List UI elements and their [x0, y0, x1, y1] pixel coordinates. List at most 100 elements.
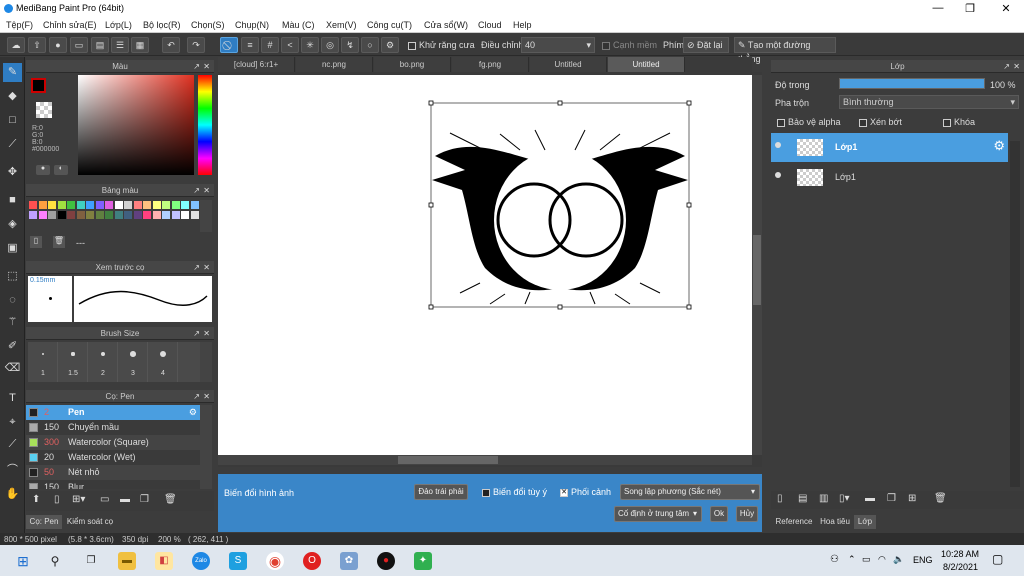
- people-icon[interactable]: ⚇: [830, 554, 839, 565]
- palette-swatch[interactable]: [124, 201, 132, 209]
- snap-ellipse-icon[interactable]: ○: [361, 37, 379, 53]
- trash-icon[interactable]: 🗑: [53, 236, 65, 248]
- close-icon[interactable]: ✕: [203, 327, 210, 340]
- palette-swatch[interactable]: [190, 211, 199, 219]
- text-tool-icon[interactable]: T: [3, 389, 22, 408]
- task-view-icon[interactable]: ❐: [82, 552, 100, 570]
- close-icon[interactable]: ✕: [203, 261, 210, 274]
- palette-swatch[interactable]: [171, 201, 180, 209]
- fill-rect-tool-icon[interactable]: ■: [3, 191, 22, 210]
- merge-layer-icon[interactable]: ⊞: [908, 493, 916, 504]
- popout-icon[interactable]: ↗: [193, 184, 200, 197]
- palette-swatch[interactable]: [114, 211, 123, 219]
- store-icon[interactable]: ◧: [155, 552, 173, 570]
- palette-swatch[interactable]: [105, 201, 113, 209]
- brush-list-item[interactable]: 150 Chuyển mầu: [26, 420, 200, 435]
- snap-circle-icon[interactable]: ◎: [321, 37, 339, 53]
- menu-window[interactable]: Cửa sổ(W): [424, 20, 468, 30]
- menu-view[interactable]: Xem(V): [326, 20, 357, 30]
- clock-date[interactable]: 8/2/2021: [943, 562, 978, 572]
- divide-tool-icon[interactable]: ⟋: [3, 435, 22, 454]
- chrome-icon[interactable]: ◉: [266, 552, 284, 570]
- brush-size-list[interactable]: 1 1.5 2 3 4: [28, 342, 200, 382]
- notification-icon[interactable]: ▢: [992, 552, 1003, 566]
- palette-swatch[interactable]: [76, 211, 85, 219]
- minimize-button[interactable]: —: [928, 2, 948, 14]
- select-eraser-icon[interactable]: ⌫: [3, 359, 22, 378]
- palette-swatch[interactable]: [124, 211, 132, 219]
- eye-icon[interactable]: [775, 142, 781, 148]
- palette-swatch[interactable]: [95, 211, 104, 219]
- brush-list-item[interactable]: 300 Watercolor (Square): [26, 435, 200, 450]
- cloud-icon[interactable]: ☁: [7, 37, 25, 53]
- vertical-scroll-thumb[interactable]: [753, 235, 761, 305]
- palette-scrollbar[interactable]: [200, 200, 212, 232]
- paint-app-icon[interactable]: ✿: [340, 552, 358, 570]
- menu-snap[interactable]: Chụp(N): [235, 20, 269, 30]
- menu-color[interactable]: Màu (C): [282, 20, 315, 30]
- redo-icon[interactable]: ↷: [187, 37, 205, 53]
- palette-swatch[interactable]: [162, 201, 170, 209]
- wifi-icon[interactable]: ◠: [878, 554, 886, 565]
- popout-icon[interactable]: ↗: [193, 327, 200, 340]
- new-brush-icon[interactable]: ▯: [54, 494, 60, 505]
- layer-add-menu-icon[interactable]: ▯▾: [839, 493, 850, 504]
- foreground-color-swatch[interactable]: [31, 78, 46, 93]
- snap-parallel-icon[interactable]: ≡: [241, 37, 259, 53]
- operation-tool-icon[interactable]: ⌖: [3, 413, 22, 432]
- tab-brush[interactable]: Cọ: Pen: [26, 515, 62, 529]
- palette-grid[interactable]: [28, 200, 200, 232]
- palette-swatch[interactable]: [143, 201, 151, 209]
- layer-scrollbar[interactable]: [1010, 141, 1020, 487]
- palette-swatch[interactable]: [152, 211, 161, 219]
- straight-line-button[interactable]: ✎ Tạo một đường thẳng: [734, 37, 836, 64]
- layer-item[interactable]: Lớp1 ⚙: [771, 133, 1008, 162]
- brush-size-cell[interactable]: 3: [118, 342, 148, 382]
- palette-swatch[interactable]: [133, 201, 142, 209]
- lasso-select-icon[interactable]: ◌: [3, 291, 22, 310]
- palette-swatch[interactable]: [57, 211, 66, 219]
- tab-nc[interactable]: nc.png: [296, 57, 373, 72]
- palette-swatch[interactable]: [181, 211, 189, 219]
- eye-icon[interactable]: [775, 172, 781, 178]
- brush-list-item[interactable]: 150 Blur: [26, 480, 200, 489]
- cancel-button[interactable]: Hủy: [736, 506, 758, 522]
- duplicate-icon[interactable]: ❐: [140, 494, 149, 505]
- page-icon[interactable]: ▤: [91, 37, 109, 53]
- network-icon[interactable]: ▭: [862, 554, 871, 565]
- brush-list-item[interactable]: 50 Nét nhỏ: [26, 465, 200, 480]
- undo-icon[interactable]: ↶: [162, 37, 180, 53]
- snap-curve-icon[interactable]: ↯: [341, 37, 359, 53]
- snap-radial-icon[interactable]: ✳: [301, 37, 319, 53]
- palette-swatch[interactable]: [143, 211, 151, 219]
- menu-cloud[interactable]: Cloud: [478, 20, 502, 30]
- record-icon[interactable]: ●: [377, 552, 395, 570]
- close-button[interactable]: ✕: [996, 2, 1016, 15]
- maximize-button[interactable]: ❐: [960, 2, 980, 15]
- palette-swatch[interactable]: [114, 201, 123, 209]
- close-icon[interactable]: ✕: [203, 60, 210, 73]
- menu-edit[interactable]: Chỉnh sửa(E): [43, 20, 97, 30]
- brush-list-item[interactable]: 2 Pen ⚙: [26, 405, 200, 420]
- opera-icon[interactable]: O: [303, 552, 321, 570]
- lock-checkbox[interactable]: Khóa: [943, 117, 975, 127]
- brush-size-cell[interactable]: 2: [88, 342, 118, 382]
- tray-chevron-icon[interactable]: ⌃: [848, 554, 856, 565]
- shape-tool-icon[interactable]: □: [3, 111, 22, 130]
- move-tool-icon[interactable]: ✥: [3, 163, 22, 182]
- palette-swatch[interactable]: [67, 211, 75, 219]
- select-pen-icon[interactable]: ✐: [3, 337, 22, 356]
- skype-icon[interactable]: S: [229, 552, 247, 570]
- clock-time[interactable]: 10:28 AM: [941, 549, 979, 559]
- tab-cloud[interactable]: [cloud] 6:r1+: [218, 57, 295, 72]
- list-icon[interactable]: ☰: [111, 37, 129, 53]
- brush-list-scrollbar[interactable]: [200, 405, 212, 489]
- palette-swatch[interactable]: [105, 211, 113, 219]
- adjust-input[interactable]: 40 ▾: [521, 37, 595, 53]
- eraser-tool-icon[interactable]: ◆: [3, 87, 22, 106]
- chat-icon[interactable]: ▭: [70, 37, 88, 53]
- trash-icon[interactable]: 🗑: [164, 494, 177, 505]
- folder-icon[interactable]: ▬: [865, 493, 875, 504]
- clip-checkbox[interactable]: Xén bớt: [859, 117, 902, 127]
- background-color-swatch[interactable]: [36, 102, 52, 118]
